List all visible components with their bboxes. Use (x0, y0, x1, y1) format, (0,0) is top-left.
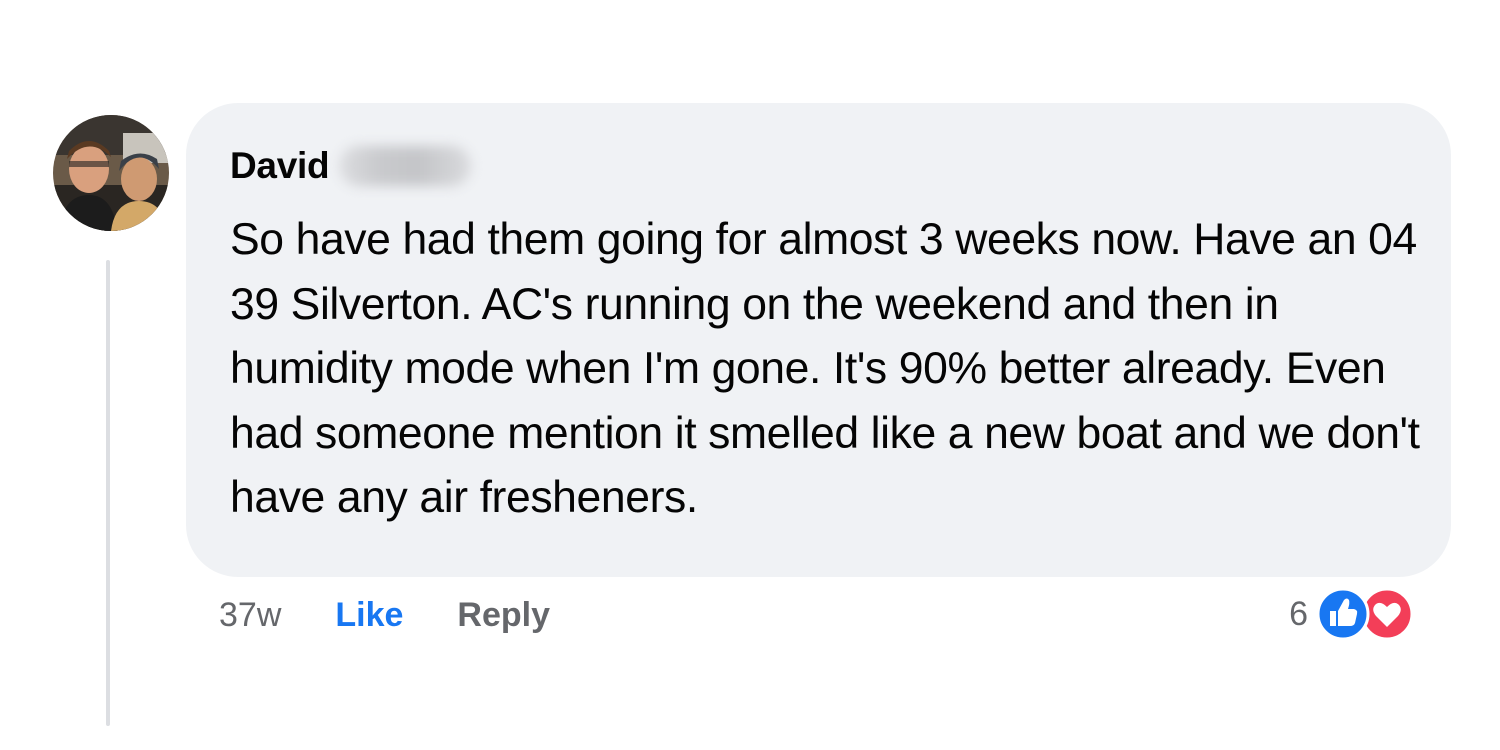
avatar-photo (53, 115, 169, 231)
comment-text: So have had them going for almost 3 week… (230, 215, 1420, 522)
avatar[interactable] (53, 115, 169, 231)
author-name[interactable]: David (230, 145, 330, 187)
author-row: David (230, 140, 472, 192)
like-button[interactable]: Like (335, 596, 403, 635)
comment-actions: 37w Like Reply (219, 590, 550, 640)
reaction-count: 6 (1289, 594, 1308, 633)
comment-timestamp[interactable]: 37w (219, 596, 281, 635)
like-reaction-icon (1316, 587, 1370, 641)
reaction-summary[interactable]: 6 (1289, 587, 1416, 641)
reply-button[interactable]: Reply (457, 596, 550, 635)
reaction-icons (1316, 587, 1416, 641)
thread-line (106, 260, 110, 726)
redacted-surname (339, 146, 472, 186)
